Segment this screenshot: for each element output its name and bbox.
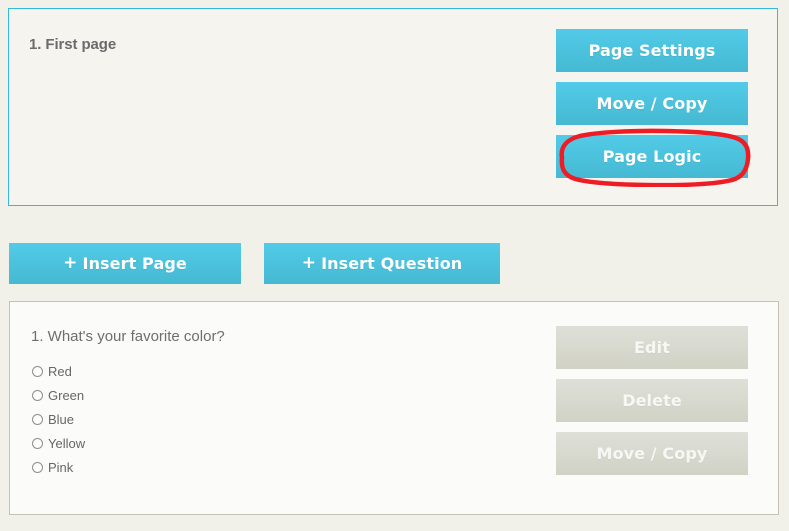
edit-button[interactable]: Edit [556, 326, 748, 369]
option-label: Green [48, 387, 85, 403]
insert-question-button[interactable]: + Insert Question [264, 243, 500, 284]
radio-icon[interactable] [32, 413, 43, 425]
radio-icon[interactable] [32, 389, 43, 401]
list-item[interactable]: Green [32, 383, 85, 407]
insert-question-button-label: Insert Question [321, 254, 463, 273]
option-label: Red [48, 363, 72, 379]
page-title: 1. First page [29, 36, 117, 53]
question-title: 1. What's your favorite color? [31, 328, 225, 345]
insert-page-button-label: Insert Page [82, 254, 187, 273]
page-move-copy-button[interactable]: Move / Copy [556, 82, 748, 125]
option-label: Yellow [48, 435, 86, 451]
radio-icon[interactable] [32, 437, 43, 449]
page-settings-button[interactable]: Page Settings [556, 29, 748, 72]
plus-icon: + [301, 253, 317, 273]
radio-icon[interactable] [32, 461, 43, 473]
plus-icon: + [63, 253, 78, 273]
answer-options-list: Red Green Blue Yellow Pink [32, 359, 85, 479]
option-label: Pink [48, 459, 74, 475]
radio-icon[interactable] [32, 365, 43, 377]
list-item[interactable]: Blue [32, 407, 85, 431]
question-move-copy-button[interactable]: Move / Copy [556, 432, 748, 475]
list-item[interactable]: Pink [32, 455, 85, 479]
insert-page-button[interactable]: + Insert Page [9, 243, 241, 284]
delete-button[interactable]: Delete [556, 379, 748, 422]
option-label: Blue [48, 411, 75, 427]
list-item[interactable]: Red [32, 359, 85, 383]
page-logic-button[interactable]: Page Logic [556, 135, 748, 178]
list-item[interactable]: Yellow [32, 431, 85, 455]
